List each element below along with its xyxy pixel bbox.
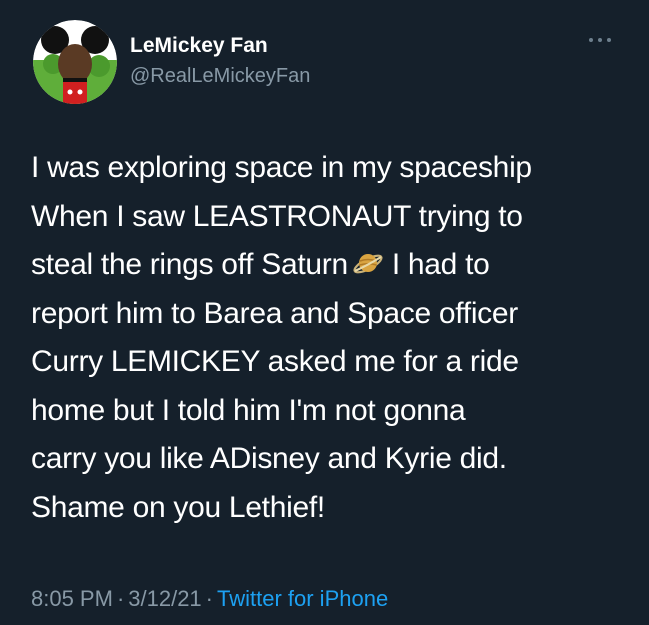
user-handle[interactable]: @RealLeMickeyFan [130, 64, 310, 88]
tweet-text: I was exploring space in my spaceship Wh… [31, 144, 631, 532]
tweet-source-link[interactable]: Twitter for iPhone [217, 586, 388, 611]
tweet-line: Curry LEMICKEY asked me for a ride [31, 345, 519, 378]
tweet-meta: 8:05 PM · 3/12/21 · Twitter for iPhone [31, 585, 388, 613]
dot [607, 38, 611, 42]
tweet-line: I was exploring space in my spaceship [31, 151, 532, 184]
meta-separator: · [116, 586, 125, 611]
tweet-header: LeMickey Fan @RealLeMickeyFan [130, 34, 310, 88]
display-name[interactable]: LeMickey Fan [130, 34, 310, 58]
tweet-line-segment: steal the rings off Saturn [31, 248, 348, 281]
tweet-card: LeMickey Fan @RealLeMickeyFan I was expl… [0, 0, 649, 625]
avatar[interactable] [33, 20, 117, 104]
ringed-planet-icon [352, 246, 384, 278]
meta-separator: · [205, 586, 213, 611]
mickey-ears-avatar-icon [33, 20, 117, 104]
tweet-line: Shame on you Lethief! [31, 490, 325, 524]
tweet-line: steal the rings off Saturn I had to [31, 241, 631, 290]
tweet-line: carry you like ADisney and Kyrie did. [31, 442, 507, 475]
tweet-line: When I saw LEASTRONAUT trying to [31, 199, 523, 233]
tweet-line-segment: I had to [391, 248, 490, 281]
dot [589, 38, 593, 42]
tweet-date[interactable]: 3/12/21 [128, 586, 201, 611]
tweet-time[interactable]: 8:05 PM [31, 586, 113, 611]
tweet-line: home but I told him I'm not gonna [31, 393, 466, 427]
tweet-line: report him to Barea and Space officer [31, 296, 518, 330]
more-options-icon[interactable] [589, 36, 611, 44]
dot [598, 38, 602, 42]
